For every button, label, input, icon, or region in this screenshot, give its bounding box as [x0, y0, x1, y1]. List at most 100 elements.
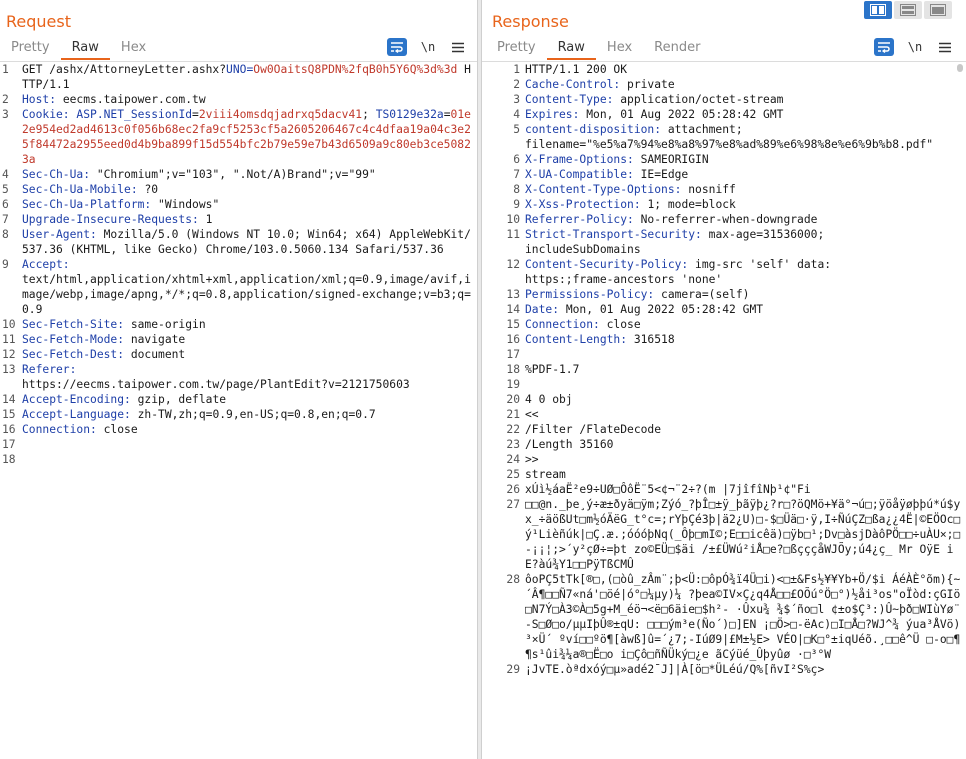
response-tab-raw[interactable]: Raw: [546, 38, 597, 60]
line-text: ASP.NET_SessionId: [76, 108, 193, 121]
code-line: 7 X-UA-Compatible: IE=Edge: [503, 167, 966, 182]
line-content: Permissions-Policy: camera=(self): [525, 287, 966, 302]
header-name: Strict-Transport-Security:: [525, 228, 709, 241]
menu-icon[interactable]: [936, 38, 954, 56]
line-number: 19: [506, 378, 520, 391]
line-content: Accept: text/html,application/xhtml+xml,…: [22, 257, 477, 317]
code-line: 23/Length 35160: [503, 437, 966, 452]
line-text: "Windows": [158, 198, 220, 211]
layout-toggle: [864, 1, 952, 19]
code-line: 5 content-disposition: attachment; filena…: [503, 122, 966, 152]
wrap-lines-icon[interactable]: [387, 38, 407, 56]
line-content: Accept-Language: zh-TW,zh;q=0.9,en-US;q=…: [22, 407, 477, 422]
line-text: %PDF-1.7: [525, 363, 580, 376]
line-content: X-Xss-Protection: 1; mode=block: [525, 197, 966, 212]
line-number: 6: [2, 198, 9, 211]
line-text: private: [627, 78, 675, 91]
line-text: text/html,application/xhtml+xml,applicat…: [22, 273, 471, 316]
line-text: Ow0OaitsQ8PDN%2fqB0h5Y6Q%3d%3d: [253, 63, 458, 76]
line-content: Referer: https://eecms.taipower.com.tw/p…: [22, 362, 477, 392]
line-number: 22: [506, 423, 520, 436]
line-text: No-referrer-when-downgrade: [640, 213, 818, 226]
line-content: Referrer-Policy: No-referrer-when-downgr…: [525, 212, 966, 227]
line-content: stream: [525, 467, 966, 482]
line-number: 3: [2, 108, 9, 121]
line-content: User-Agent: Mozilla/5.0 (Windows NT 10.0…: [22, 227, 477, 257]
line-text: close: [103, 423, 138, 436]
request-tab-pretty[interactable]: Pretty: [0, 38, 61, 60]
line-number: 14: [506, 303, 520, 316]
code-line: 2 Host: eecms.taipower.com.tw: [1, 92, 477, 107]
header-name: Referer:: [22, 363, 77, 376]
response-tabs: Pretty Raw Hex Render: [486, 38, 711, 60]
line-number: 10: [2, 318, 16, 331]
code-line: 9 X-Xss-Protection: 1; mode=block: [503, 197, 966, 212]
line-content: /Filter /FlateDecode: [525, 422, 966, 437]
line-number: 12: [506, 258, 520, 271]
line-number: 18: [506, 363, 520, 376]
response-editor[interactable]: 1 HTTP/1.1 200 OK 2 Cache-Control: private 3…: [482, 62, 966, 759]
line-text: Mon, 01 Aug 2022 05:28:42 GMT: [565, 303, 764, 316]
code-line: 28 ôoPÇ5tTk[®□,(□òû_zÂm¨;þ<Ü:□ôpÓ¾ï4Ü□i)<…: [503, 572, 966, 662]
line-text: application/octet-stream: [620, 93, 784, 106]
show-newlines-icon[interactable]: \n: [904, 38, 926, 56]
request-tab-hex[interactable]: Hex: [110, 38, 157, 60]
response-tab-pretty[interactable]: Pretty: [486, 38, 547, 60]
line-content: Sec-Ch-Ua-Platform: "Windows": [22, 197, 477, 212]
response-title: Response: [492, 12, 569, 31]
header-name: Accept-Language:: [22, 408, 138, 421]
line-number: 4: [2, 168, 9, 181]
scrollbar-thumb[interactable]: [957, 64, 963, 72]
line-number: 28: [506, 573, 520, 586]
response-tab-hex[interactable]: Hex: [596, 38, 643, 60]
line-number: 7: [513, 168, 520, 181]
header-name: Accept-Encoding:: [22, 393, 138, 406]
line-number: 27: [506, 498, 520, 511]
split-vertical-icon[interactable]: [894, 1, 922, 19]
code-line: 13 Permissions-Policy: camera=(self): [503, 287, 966, 302]
line-number: 8: [513, 183, 520, 196]
line-content: X-Frame-Options: SAMEORIGIN: [525, 152, 966, 167]
header-name: Cache-Control:: [525, 78, 628, 91]
line-number: 10: [506, 213, 520, 226]
line-number: 9: [2, 258, 9, 271]
line-text: navigate: [130, 333, 186, 346]
code-line: 4 Sec-Ch-Ua: "Chromium";v="103", ".Not/A)…: [1, 167, 477, 182]
request-editor[interactable]: 1 GET /ashx/AttorneyLetter.ashx?UNO=Ow0Oa…: [0, 62, 477, 759]
line-number: 5: [513, 123, 520, 136]
wrap-lines-icon[interactable]: [874, 38, 894, 56]
code-line: 8 X-Content-Type-Options: nosniff: [503, 182, 966, 197]
line-number: 17: [506, 348, 520, 361]
request-tab-raw[interactable]: Raw: [60, 38, 111, 60]
response-scrollbar[interactable]: [954, 62, 966, 759]
line-text: IE=Edge: [640, 168, 689, 181]
line-content: %PDF-1.7: [525, 362, 966, 377]
menu-icon[interactable]: [449, 38, 467, 56]
line-number: 3: [513, 93, 520, 106]
header-name: X-Frame-Options:: [525, 153, 641, 166]
header-name: Expires:: [525, 108, 587, 121]
line-content: /Length 35160: [525, 437, 966, 452]
line-content: HTTP/1.1 200 OK: [525, 62, 966, 77]
response-tab-render[interactable]: Render: [643, 38, 711, 60]
line-text: <<: [525, 408, 539, 421]
line-number: 7: [2, 213, 9, 226]
code-line: 21 <<: [503, 407, 966, 422]
code-line: 9 Accept: text/html,application/xhtml+xml…: [1, 257, 477, 317]
line-text: 2viii4omsdqjadrxq5dacv41: [198, 108, 363, 121]
code-line: 26 xÚì½áaË²e9÷UØ□ÔôË¨5<¢¬¨2÷?(m |7jîfîNþ¹…: [503, 482, 966, 497]
line-number: 13: [506, 288, 520, 301]
line-text: ¡JvTE.òªdxóý□µ»adé2¯J]|À[ö□*ÜLéú/Q%[ñvI²…: [525, 663, 825, 676]
line-number: 2: [513, 78, 520, 91]
code-line: 6 Sec-Ch-Ua-Platform: "Windows": [1, 197, 477, 212]
show-newlines-icon[interactable]: \n: [417, 38, 439, 56]
line-number: 1: [2, 63, 9, 76]
line-text: ôoPÇ5tTk[®□,(□òû_zÂm¨;þ<Ü:□ôpÓ¾ï4Ü□i)<□±…: [525, 573, 961, 661]
tabs-view-icon[interactable]: [924, 1, 952, 19]
line-content: GET /ashx/AttorneyLetter.ashx?UNO=Ow0Oai…: [22, 62, 477, 92]
header-name: X-Xss-Protection:: [525, 198, 648, 211]
line-number: 23: [506, 438, 520, 451]
code-line: 1 GET /ashx/AttorneyLetter.ashx?UNO=Ow0Oa…: [1, 62, 477, 92]
line-content: Date: Mon, 01 Aug 2022 05:28:42 GMT: [525, 302, 966, 317]
split-horizontal-icon[interactable]: [864, 1, 892, 19]
